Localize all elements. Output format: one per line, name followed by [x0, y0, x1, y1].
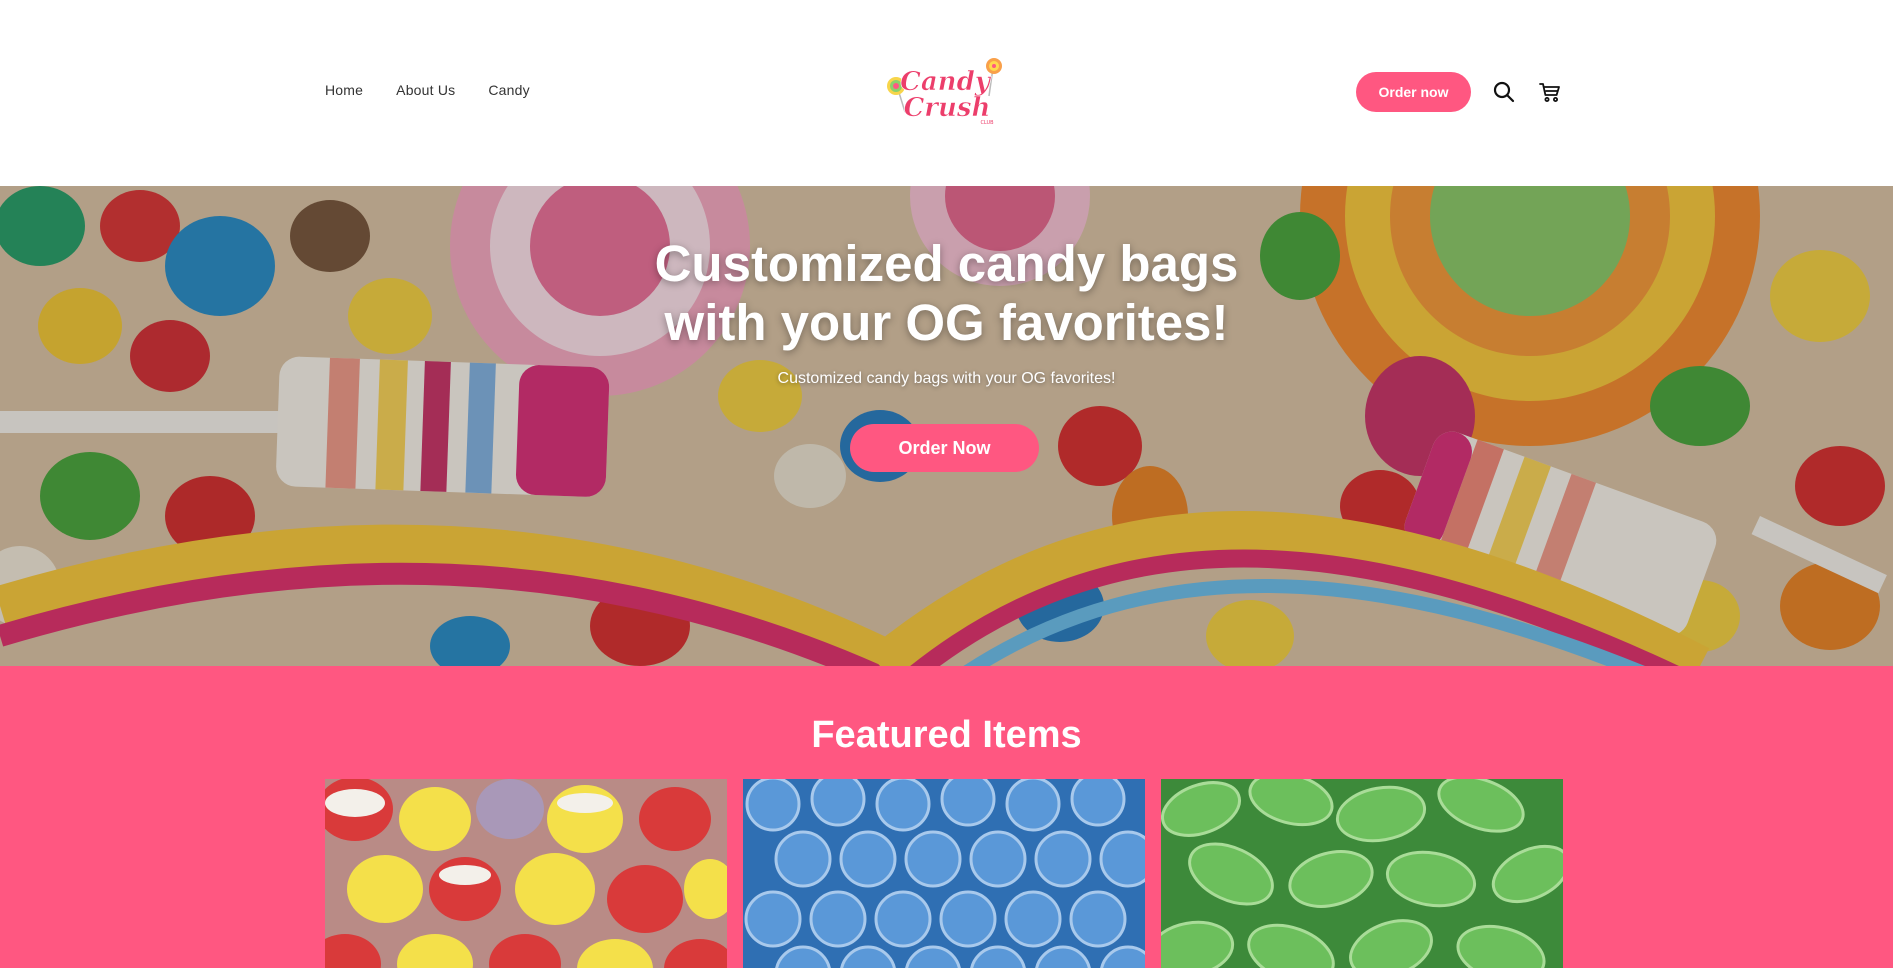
featured-item-card[interactable]: [1161, 779, 1563, 968]
featured-item-card[interactable]: [325, 779, 727, 968]
order-now-button[interactable]: Order now: [1356, 72, 1471, 112]
nav-item-candy[interactable]: Candy: [488, 82, 529, 98]
featured-items-grid: [325, 779, 1563, 968]
featured-title: Featured Items: [811, 714, 1082, 756]
featured-section: Featured Items: [0, 666, 1893, 968]
search-icon[interactable]: [1491, 79, 1517, 105]
nav-item-about-us[interactable]: About Us: [396, 82, 455, 98]
site-logo[interactable]: Candy Crush CLUB: [885, 56, 1005, 128]
logo-text-line2: Crush: [904, 93, 991, 123]
hero-title-line1: Customized candy bags: [654, 235, 1239, 292]
site-header: Home About Us Candy Candy Crush CLUB Ord…: [0, 0, 1893, 186]
sour-gumdrops-image: [325, 779, 727, 968]
nav-item-home[interactable]: Home: [325, 82, 363, 98]
hero-order-now-button[interactable]: Order Now: [850, 424, 1039, 472]
hero-title: Customized candy bags with your OG favor…: [0, 234, 1893, 352]
hero-subtitle: Customized candy bags with your OG favor…: [777, 370, 1116, 387]
candy-crush-logo-image: Candy Crush CLUB: [887, 58, 1002, 126]
main-nav: Home About Us Candy: [325, 82, 530, 98]
logo-tag: CLUB: [980, 120, 994, 126]
header-actions: Order now: [1356, 72, 1563, 112]
blue-sour-candy-image: [743, 779, 1145, 968]
hero-title-line2: with your OG favorites!: [664, 294, 1229, 351]
hero-banner: Customized candy bags with your OG favor…: [0, 186, 1893, 666]
green-spearmint-leaves-image: [1161, 779, 1563, 968]
cart-icon[interactable]: [1537, 79, 1563, 105]
featured-item-card[interactable]: [743, 779, 1145, 968]
